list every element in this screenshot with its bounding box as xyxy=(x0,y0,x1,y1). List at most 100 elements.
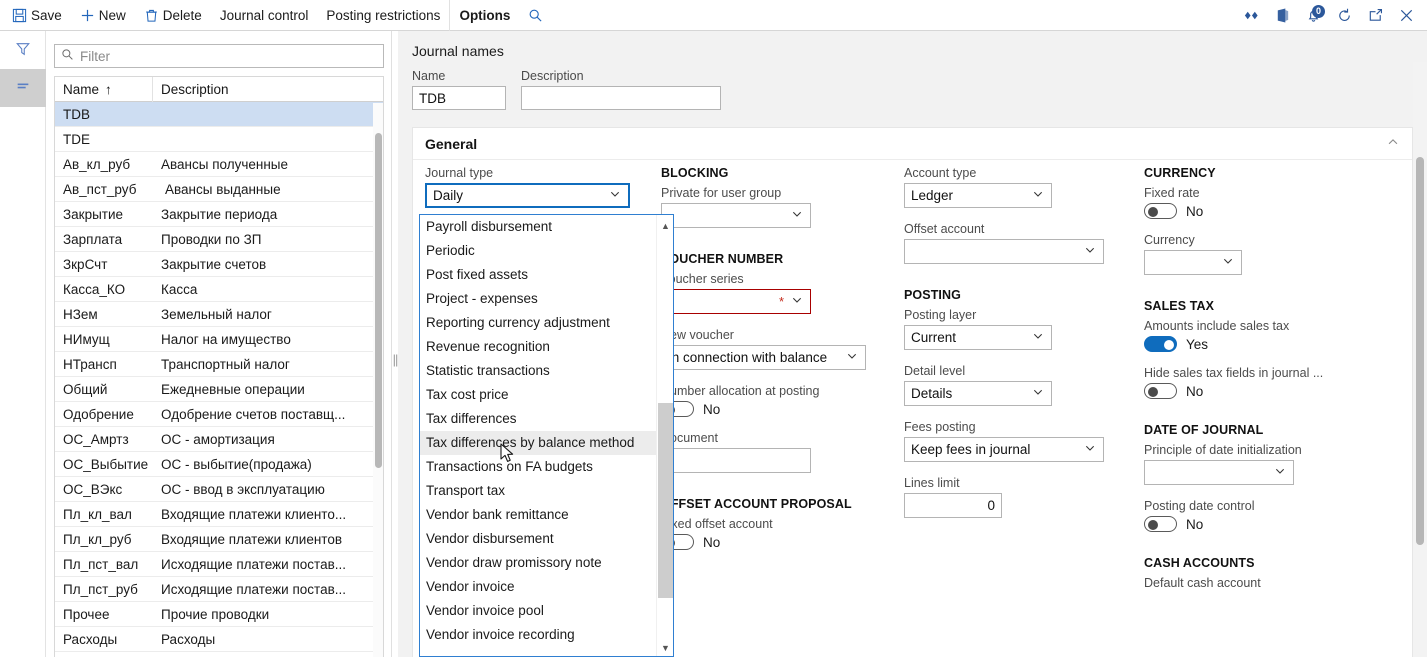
table-row[interactable]: Ав_пст_руб Авансы выданные xyxy=(55,177,383,202)
currency-select[interactable] xyxy=(1144,250,1242,275)
close-icon[interactable] xyxy=(1398,7,1415,24)
date-of-journal-group-title: DATE OF JOURNAL xyxy=(1144,423,1264,437)
filter-pane-button[interactable] xyxy=(0,31,46,69)
dropdown-item[interactable]: Vendor draw promissory note xyxy=(420,551,673,575)
dropdown-item[interactable]: Reporting currency adjustment xyxy=(420,311,673,335)
table-row[interactable]: НЗем Земельный налог xyxy=(55,302,383,327)
dropdown-item[interactable]: Tax differences xyxy=(420,407,673,431)
column-header-name[interactable]: Name ↑ xyxy=(55,77,153,102)
table-row[interactable]: ОС_ВЭкс ОС - ввод в эксплуатацию xyxy=(55,477,383,502)
dropdown-item[interactable]: Vendor invoice xyxy=(420,575,673,599)
popout-icon[interactable] xyxy=(1367,7,1384,24)
dropdown-item[interactable]: Transport tax xyxy=(420,479,673,503)
delete-button[interactable]: Delete xyxy=(135,0,211,31)
office-icon[interactable] xyxy=(1274,7,1291,24)
options-button[interactable]: Options xyxy=(449,0,519,31)
table-row[interactable]: TDB xyxy=(55,102,383,127)
journal-type-select[interactable]: Daily xyxy=(425,183,630,208)
triangle-down-icon[interactable]: ▼ xyxy=(657,639,673,656)
posting-date-control-label: Posting date control xyxy=(1144,499,1255,513)
lines-limit-label: Lines limit xyxy=(904,476,960,490)
table-row[interactable]: Пл_пст_вал Исходящие платежи постав... xyxy=(55,552,383,577)
fees-posting-select[interactable]: Keep fees in journal xyxy=(904,437,1104,462)
dropdown-item[interactable]: Payroll disbursement xyxy=(420,215,673,239)
table-row[interactable]: Касса_КО Касса xyxy=(55,277,383,302)
dropdown-item[interactable]: Post fixed assets xyxy=(420,263,673,287)
dropdown-item[interactable]: Vendor disbursement xyxy=(420,527,673,551)
column-header-description[interactable]: Description xyxy=(153,77,383,102)
list-pane-button[interactable] xyxy=(0,69,46,107)
table-row[interactable]: Расходы Расходы xyxy=(55,627,383,652)
posting-date-control-toggle[interactable] xyxy=(1144,516,1177,532)
chevron-down-icon xyxy=(845,349,859,366)
table-row[interactable]: TDE xyxy=(55,127,383,152)
description-label: Description xyxy=(521,69,584,83)
dropdown-item[interactable]: Tax differences by balance method xyxy=(420,431,673,455)
fixed-rate-toggle[interactable] xyxy=(1144,203,1177,219)
journal-control-button[interactable]: Journal control xyxy=(211,0,318,31)
grid-scrollbar-thumb[interactable] xyxy=(375,133,382,468)
hide-sales-tax-toggle[interactable] xyxy=(1144,383,1177,399)
table-row[interactable]: Закрытие Закрытие периода xyxy=(55,202,383,227)
dropdown-item[interactable]: Revenue recognition xyxy=(420,335,673,359)
table-row[interactable]: Зарплата Проводки по ЗП xyxy=(55,227,383,252)
table-row[interactable]: ОС_Амртз ОС - амортизация xyxy=(55,427,383,452)
document-input[interactable] xyxy=(661,448,811,473)
lines-limit-input[interactable]: 0 xyxy=(904,493,1002,518)
dropdown-item[interactable]: Vendor invoice recording xyxy=(420,623,673,647)
search-button[interactable] xyxy=(519,0,552,31)
currency-group-title: CURRENCY xyxy=(1144,166,1216,180)
notifications-icon[interactable]: 0 xyxy=(1305,4,1325,24)
dropdown-item[interactable]: Vendor invoice pool xyxy=(420,599,673,623)
table-row[interactable]: НИмущ Налог на имущество xyxy=(55,327,383,352)
table-row[interactable]: НТрансп Транспортный налог xyxy=(55,352,383,377)
dropdown-item[interactable]: Statistic transactions xyxy=(420,359,673,383)
account-type-label: Account type xyxy=(904,166,977,180)
row-name-cell: Пл_пст_вал xyxy=(63,556,139,572)
refresh-icon[interactable] xyxy=(1336,7,1353,24)
dropdown-item[interactable]: Project - expenses xyxy=(420,287,673,311)
dropdown-item[interactable]: Vendor bank remittance xyxy=(420,503,673,527)
detail-level-select[interactable]: Details xyxy=(904,381,1052,406)
triangle-up-icon[interactable]: ▲ xyxy=(657,217,673,234)
grid-scrollbar[interactable] xyxy=(373,103,383,657)
table-row[interactable]: Пл_кл_вал Входящие платежи клиенто... xyxy=(55,502,383,527)
voucher-series-select[interactable]: * xyxy=(661,289,811,314)
table-row[interactable]: Прочее Прочие проводки xyxy=(55,602,383,627)
general-section-header[interactable]: General xyxy=(413,128,1412,160)
dropdown-item[interactable]: Transactions on FA budgets xyxy=(420,455,673,479)
account-type-select[interactable]: Ledger xyxy=(904,183,1052,208)
table-row[interactable]: Пл_кл_руб Входящие платежи клиентов xyxy=(55,527,383,552)
content-scrollbar-thumb[interactable] xyxy=(1416,157,1424,545)
new-voucher-select[interactable]: In connection with balance xyxy=(661,345,866,370)
dropdown-item[interactable]: Tax cost price xyxy=(420,383,673,407)
dropdown-item[interactable]: Periodic xyxy=(420,239,673,263)
table-row[interactable]: Ав_кл_руб Авансы полученные xyxy=(55,152,383,177)
table-row[interactable]: Пл_пст_руб Исходящие платежи постав... xyxy=(55,577,383,602)
filter-input[interactable]: Filter xyxy=(54,44,384,68)
description-input[interactable] xyxy=(521,86,721,110)
content-scrollbar[interactable] xyxy=(1413,62,1427,657)
grid-body: TDB TDE Ав_кл_руб Авансы полученные Ав_пст_р… xyxy=(55,102,383,652)
chevron-down-icon xyxy=(1083,441,1097,458)
new-button[interactable]: New xyxy=(71,0,135,31)
save-button[interactable]: Save xyxy=(0,0,71,31)
principle-date-init-select[interactable] xyxy=(1144,460,1294,485)
private-user-group-select[interactable] xyxy=(661,203,811,228)
table-row[interactable]: Общий Ежедневные операции xyxy=(55,377,383,402)
table-row[interactable]: ОС_Выбытие ОС - выбытие(продажа) xyxy=(55,452,383,477)
row-description-cell: Закрытие периода xyxy=(161,206,278,222)
journal-type-dropdown-list[interactable]: Payroll disbursement Periodic Post fixed a… xyxy=(419,214,674,657)
table-row[interactable]: Одобрение Одобрение счетов поставщ... xyxy=(55,402,383,427)
posting-restrictions-button[interactable]: Posting restrictions xyxy=(317,0,449,31)
diamonds-icon[interactable] xyxy=(1243,7,1260,24)
dropdown-scrollbar[interactable]: ▲ ▼ xyxy=(656,215,673,656)
name-input[interactable]: TDB xyxy=(412,86,506,110)
dropdown-scrollbar-thumb[interactable] xyxy=(658,403,673,598)
table-row[interactable]: ЗкрСчт Закрытие счетов xyxy=(55,252,383,277)
offset-account-select[interactable] xyxy=(904,239,1104,264)
amounts-include-tax-toggle[interactable] xyxy=(1144,336,1177,352)
chevron-up-icon[interactable] xyxy=(1386,135,1400,152)
posting-layer-select[interactable]: Current xyxy=(904,325,1052,350)
